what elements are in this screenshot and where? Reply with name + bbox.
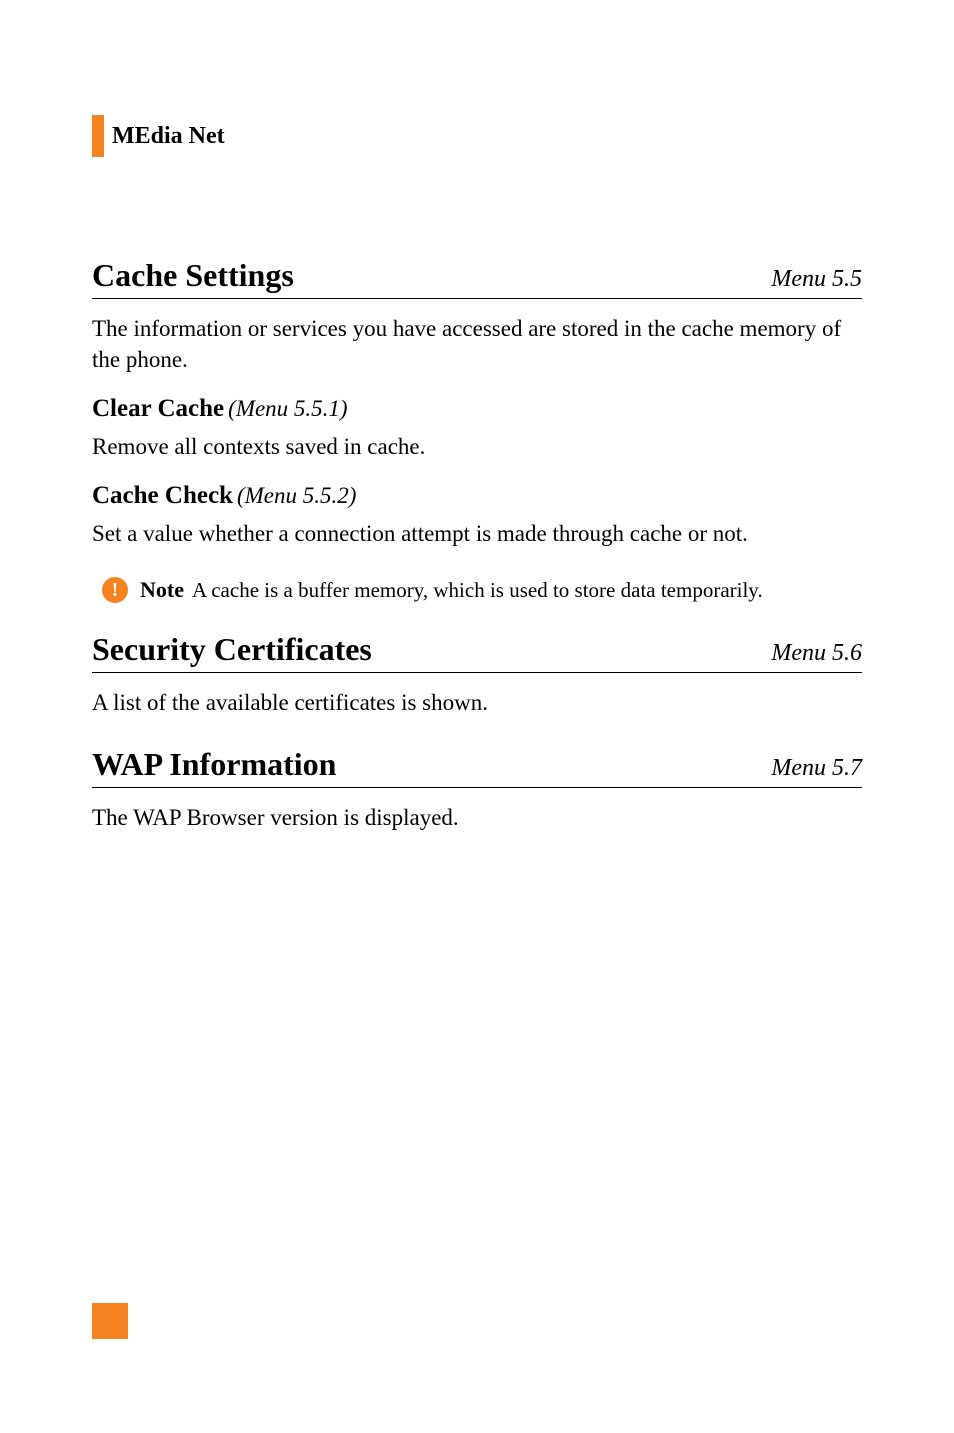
section-title: Cache Settings [92,257,294,294]
subsection-cache-check: Cache Check (Menu 5.5.2) [92,482,862,510]
header-accent-bar [92,115,104,157]
subsection-menu-label: (Menu 5.5.1) [228,396,347,421]
subsection-text: Remove all contexts saved in cache. [92,431,862,462]
section-title: WAP Information [92,746,336,783]
section-menu-label: Menu 5.7 [771,755,862,782]
page-header: MEdia Net [92,115,862,157]
section-wap-information: WAP Information Menu 5.7 The WAP Browser… [92,746,862,833]
section-heading: WAP Information Menu 5.7 [92,746,862,788]
section-menu-label: Menu 5.6 [771,640,862,667]
section-menu-label: Menu 5.5 [771,266,862,293]
section-intro-text: The WAP Browser version is displayed. [92,802,862,833]
note-callout: ! Note A cache is a buffer memory, which… [92,577,862,603]
section-heading: Cache Settings Menu 5.5 [92,257,862,299]
footer-accent-square [92,1303,128,1339]
page-header-title: MEdia Net [112,123,225,150]
exclamation-icon: ! [102,577,128,603]
section-title: Security Certificates [92,631,372,668]
subsection-title: Clear Cache [92,395,224,422]
section-intro-text: A list of the available certificates is … [92,687,862,718]
section-heading: Security Certificates Menu 5.6 [92,631,862,673]
note-label: Note [140,577,184,603]
subsection-menu-label: (Menu 5.5.2) [237,483,356,508]
section-security-certificates: Security Certificates Menu 5.6 A list of… [92,631,862,718]
note-text: A cache is a buffer memory, which is use… [192,578,763,603]
section-intro-text: The information or services you have acc… [92,313,862,375]
subsection-title: Cache Check [92,482,233,509]
subsection-text: Set a value whether a connection attempt… [92,518,862,549]
subsection-clear-cache: Clear Cache (Menu 5.5.1) [92,395,862,423]
section-cache-settings: Cache Settings Menu 5.5 The information … [92,257,862,603]
